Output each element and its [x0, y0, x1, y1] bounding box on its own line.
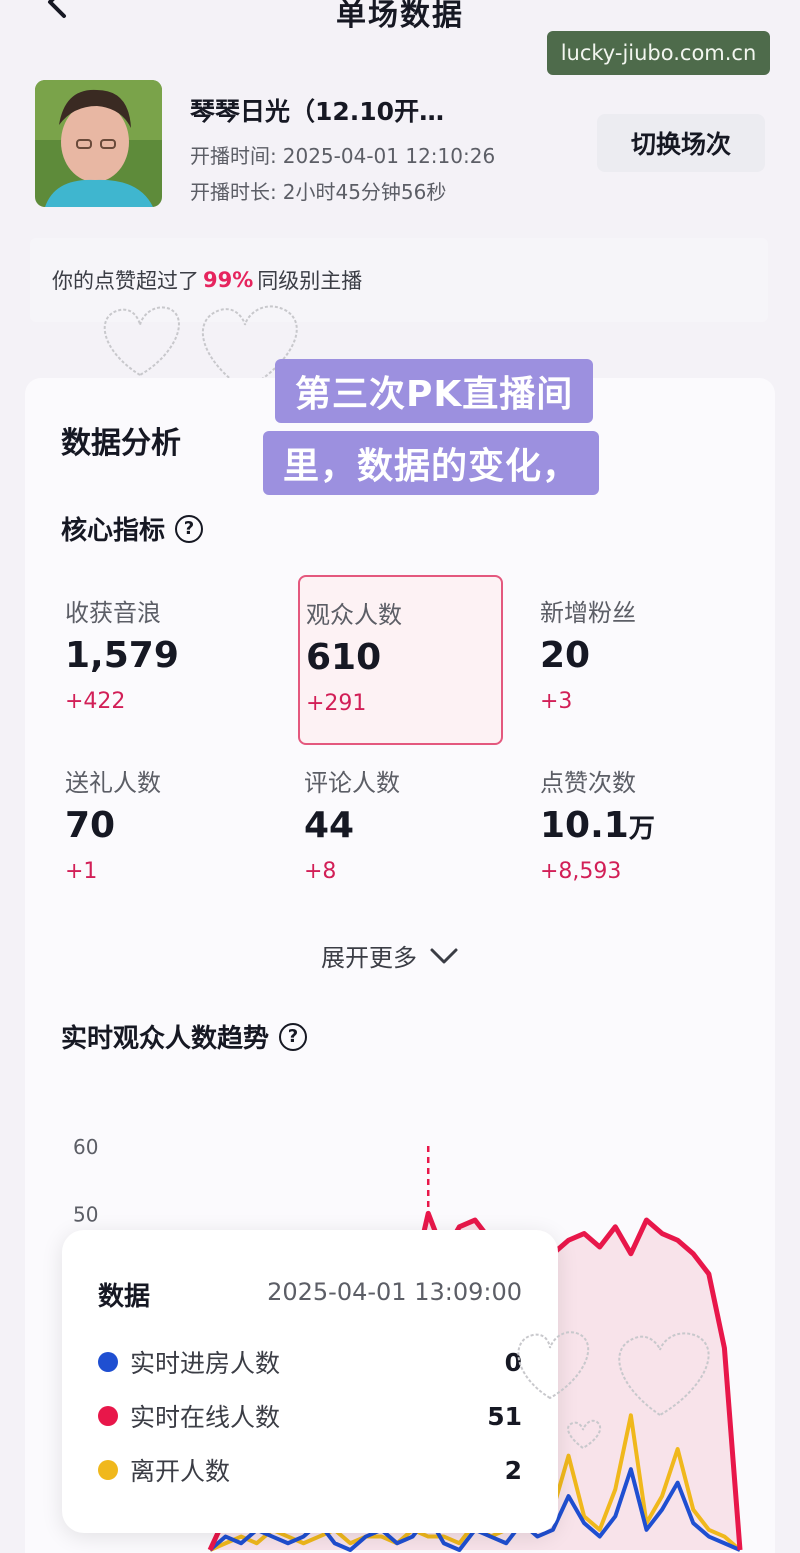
core-metrics-header: 核心指标 ?: [61, 510, 204, 547]
metric-gift-senders[interactable]: 送礼人数 70 +1: [59, 745, 264, 915]
metric-sound-waves[interactable]: 收获音浪 1,579 +422: [59, 575, 264, 745]
metric-value: 70: [65, 805, 116, 846]
metric-label: 送礼人数: [65, 769, 161, 797]
metric-delta: +3: [540, 689, 573, 714]
start-time-label: 开播时间:: [190, 144, 277, 168]
metric-value: 20: [540, 635, 591, 676]
metric-delta: +8,593: [540, 859, 622, 884]
page-title: 单场数据: [336, 0, 464, 33]
metric-label: 点赞次数: [540, 769, 636, 797]
duration-value: 2小时45分钟56秒: [282, 180, 447, 204]
metric-delta: +1: [65, 859, 98, 884]
banner-highlight: 99%: [203, 268, 254, 292]
chart-tooltip: 数据 2025-04-01 13:09:00 实时进房人数 0 实时在线人数 5…: [62, 1230, 558, 1533]
start-time-row: 开播时间: 2025-04-01 12:10:26: [190, 140, 495, 169]
tooltip-row-label: 实时在线人数: [130, 1403, 281, 1432]
metric-delta: +422: [65, 689, 126, 714]
metric-delta: +291: [306, 691, 367, 716]
metric-new-fans[interactable]: 新增粉丝 20 +3: [534, 575, 739, 745]
trend-header: 实时观众人数趋势 ?: [61, 1018, 308, 1055]
metric-value: 610: [306, 637, 382, 678]
metric-delta: +8: [304, 859, 337, 884]
legend-dot-blue: [98, 1352, 118, 1372]
banner-suffix: 同级别主播: [257, 269, 363, 293]
host-avatar[interactable]: [35, 80, 162, 207]
host-header: 琴琴日光（12.10开… 开播时间: 2025-04-01 12:10:26 开播…: [0, 60, 800, 230]
legend-dot-yellow: [98, 1460, 118, 1480]
y-tick-label: 50: [73, 1202, 98, 1226]
metric-value: 44: [304, 805, 355, 846]
overlay-caption-line1: 第三次PK直播间: [275, 359, 594, 423]
y-tick-label: 60: [73, 1135, 98, 1159]
tooltip-row-leaving: 离开人数 2: [98, 1450, 522, 1490]
tooltip-row-label: 离开人数: [130, 1457, 231, 1486]
help-icon[interactable]: ?: [175, 514, 204, 543]
chevron-down-icon: [430, 948, 458, 963]
tooltip-title: 数据: [98, 1282, 151, 1312]
help-icon[interactable]: ?: [279, 1022, 308, 1051]
legend-dot-red: [98, 1406, 118, 1426]
expand-more-label: 展开更多: [321, 944, 417, 972]
metric-label: 评论人数: [304, 769, 400, 797]
metric-viewers[interactable]: 观众人数 610 +291: [298, 575, 503, 745]
tooltip-row-label: 实时进房人数: [130, 1349, 281, 1378]
tooltip-row-entering: 实时进房人数 0: [98, 1342, 522, 1382]
banner-prefix: 你的点赞超过了: [52, 269, 199, 293]
metric-label: 观众人数: [306, 601, 402, 629]
trend-title: 实时观众人数趋势: [61, 1024, 270, 1054]
metric-value: 1,579: [65, 635, 179, 676]
core-metrics-title: 核心指标: [61, 516, 166, 546]
start-time-value: 2025-04-01 12:10:26: [282, 144, 496, 168]
analysis-title: 数据分析: [61, 426, 181, 461]
host-name: 琴琴日光（12.10开…: [190, 97, 445, 126]
metric-label: 新增粉丝: [540, 599, 636, 627]
metric-value: 10.1万: [540, 805, 655, 846]
duration-label: 开播时长:: [190, 180, 277, 204]
metric-label: 收获音浪: [65, 599, 161, 627]
duration-row: 开播时长: 2小时45分钟56秒: [190, 176, 446, 205]
overlay-caption-line2: 里，数据的变化，: [263, 431, 600, 495]
metric-commenters[interactable]: 评论人数 44 +8: [298, 745, 503, 915]
tooltip-time: 2025-04-01 13:09:00: [267, 1278, 522, 1306]
expand-more-button[interactable]: 展开更多: [321, 938, 459, 973]
metric-likes[interactable]: 点赞次数 10.1万 +8,593: [534, 745, 739, 915]
switch-session-button[interactable]: 切换场次: [597, 114, 765, 172]
tooltip-row-online: 实时在线人数 51: [98, 1396, 522, 1436]
heart-decoration-icon: [517, 1331, 710, 1450]
